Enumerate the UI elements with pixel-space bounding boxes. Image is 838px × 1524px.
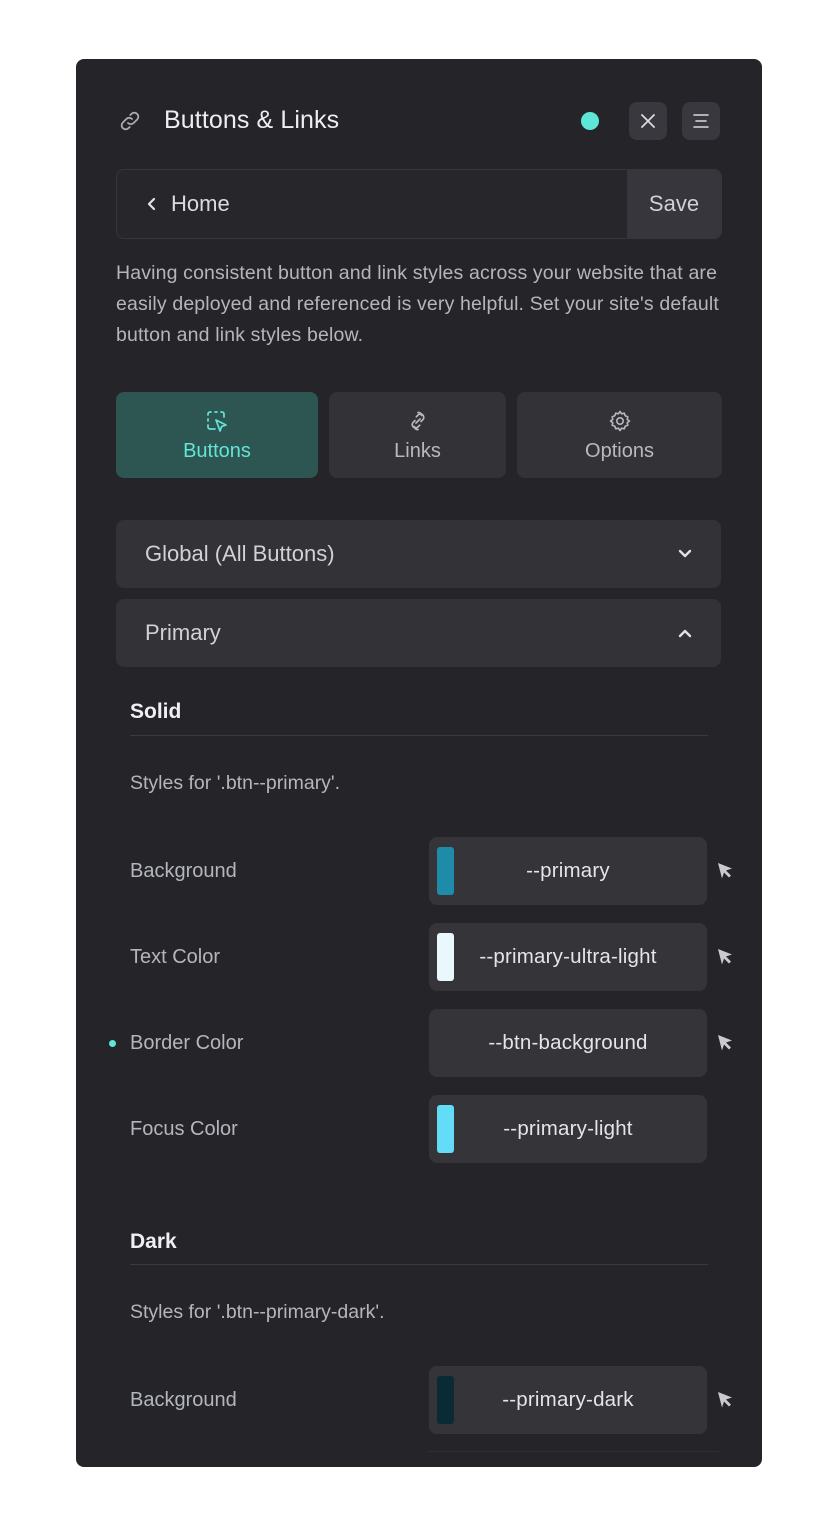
tab-bar: Buttons Links Options (116, 392, 722, 478)
chevron-left-icon (147, 197, 156, 211)
save-button[interactable]: Save (627, 170, 721, 238)
row-label-background: Background (130, 1389, 237, 1411)
chevron-up-icon (678, 629, 692, 638)
cursor-picker-icon[interactable] (715, 1033, 735, 1053)
status-indicator (581, 112, 599, 130)
tab-options[interactable]: Options (517, 392, 722, 478)
color-variable-value: --btn-background (488, 1031, 648, 1054)
cursor-picker-icon[interactable] (715, 861, 735, 881)
tab-buttons[interactable]: Buttons (116, 392, 318, 478)
color-field-dark-background[interactable]: --primary-dark (429, 1366, 707, 1434)
row-label-background: Background (130, 860, 237, 882)
tab-buttons-label: Buttons (183, 439, 251, 462)
home-back-link[interactable]: Home (117, 170, 627, 238)
color-field-border-color[interactable]: --btn-background (429, 1009, 707, 1077)
panel-title: Buttons & Links (164, 106, 340, 134)
close-button[interactable] (629, 102, 667, 140)
accordion-global-label: Global (All Buttons) (145, 541, 335, 566)
panel-description: Having consistent button and link styles… (116, 262, 719, 346)
row-label-focus-color: Focus Color (130, 1118, 238, 1140)
buttons-links-panel: Buttons & Links Home Save Having consist… (76, 59, 762, 1467)
modified-indicator (109, 1040, 116, 1047)
section-divider (130, 1264, 708, 1265)
close-icon (641, 114, 655, 128)
cursor-picker-icon[interactable] (715, 947, 735, 967)
tab-options-label: Options (585, 439, 654, 462)
accordion-global-buttons[interactable]: Global (All Buttons) (116, 520, 721, 588)
section-description-solid: Styles for '.btn--primary'. (130, 772, 341, 794)
color-variable-value: --primary (526, 859, 610, 882)
panel-header: Buttons & Links (76, 59, 762, 183)
next-field-edge (429, 1451, 719, 1452)
row-label-text-color: Text Color (130, 946, 221, 968)
color-variable-value: --primary-ultra-light (479, 945, 657, 968)
color-field-text-color[interactable]: --primary-ultra-light (429, 923, 707, 991)
cursor-picker-icon[interactable] (715, 1390, 735, 1410)
section-title-solid: Solid (130, 700, 182, 723)
accordion-primary-label: Primary (145, 620, 221, 645)
tab-links[interactable]: Links (329, 392, 506, 478)
color-variable-value: --primary-dark (502, 1388, 634, 1411)
tab-links-label: Links (394, 439, 441, 462)
color-field-background[interactable]: --primary (429, 837, 707, 905)
chevron-down-icon (678, 549, 692, 558)
home-label: Home (171, 191, 230, 216)
accordion-primary[interactable]: Primary (116, 599, 721, 667)
color-field-focus-color[interactable]: --primary-light (429, 1095, 707, 1163)
menu-icon (693, 114, 709, 128)
section-title-dark: Dark (130, 1230, 177, 1253)
section-description-dark: Styles for '.btn--primary-dark'. (130, 1301, 385, 1323)
color-variable-value: --primary-light (503, 1117, 633, 1140)
pointer-select-icon (207, 410, 227, 432)
row-label-border-color: Border Color (130, 1032, 244, 1054)
menu-button[interactable] (682, 102, 720, 140)
chain-link-icon (410, 411, 425, 430)
link-icon (120, 111, 140, 131)
gear-icon (609, 410, 630, 431)
section-divider (130, 735, 708, 736)
breadcrumb: Home Save (116, 169, 722, 239)
